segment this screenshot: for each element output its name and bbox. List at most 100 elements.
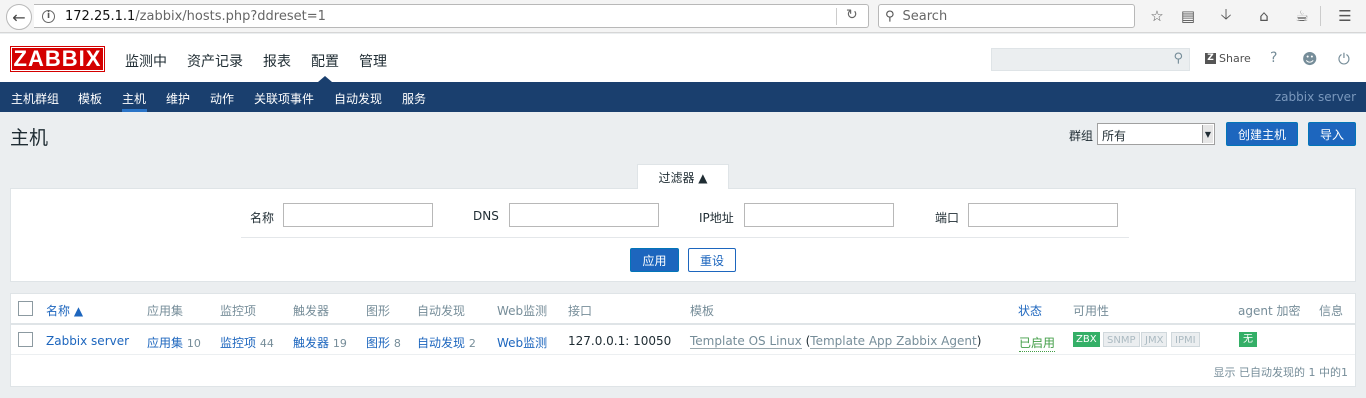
filter-ip-label: IP地址 — [699, 211, 734, 225]
user-profile-icon[interactable]: ☻ — [1302, 50, 1318, 68]
global-search-input[interactable]: ⚲ — [991, 48, 1190, 71]
template-paren-close: ) — [976, 334, 982, 348]
applications-count: 10 — [186, 337, 201, 350]
items-cell: 监控项 44 — [220, 334, 274, 351]
filter-ip-input[interactable] — [744, 203, 894, 227]
import-button[interactable]: 导入 — [1308, 122, 1356, 146]
pocket-icon[interactable]: ☕ — [1291, 6, 1313, 26]
col-encryption-header: agent 加密 — [1238, 304, 1301, 318]
site-info-icon[interactable]: i — [42, 9, 55, 23]
hosts-table: 名称 ▲ 应用集 监控项 触发器 图形 自动发现 Web监测 接口 模板 状态 … — [10, 293, 1356, 387]
download-icon[interactable]: 🡣 — [1215, 5, 1237, 26]
menu-inventory[interactable]: 资产记录 — [187, 51, 243, 71]
subnav-hosts[interactable]: 主机 — [122, 90, 146, 107]
browser-search-input[interactable]: ⚲ Search — [878, 4, 1135, 28]
col-name-header[interactable]: 名称 ▲ — [46, 302, 83, 319]
col-interface-header: 接口 — [568, 304, 593, 318]
toolbar-divider — [1320, 6, 1321, 26]
menu-reports[interactable]: 报表 — [263, 51, 291, 71]
applications-cell: 应用集 10 — [147, 334, 201, 351]
apply-button[interactable]: 应用 — [630, 248, 679, 272]
filter-port-input[interactable] — [968, 203, 1118, 227]
filter-divider — [241, 237, 1129, 238]
group-select[interactable]: 所有 ▼ — [1097, 123, 1215, 145]
reading-list-icon[interactable]: ▤ — [1177, 6, 1199, 26]
triggers-link[interactable]: 触发器 — [293, 336, 329, 350]
filter-dns-input[interactable] — [509, 203, 659, 227]
share-label: Share — [1219, 52, 1251, 65]
reset-button[interactable]: 重设 — [688, 248, 736, 272]
browser-toolbar: ← i 172.25.1.1/zabbix/hosts.php?ddreset=… — [0, 0, 1366, 33]
interface-cell: 127.0.0.1: 10050 — [568, 334, 672, 348]
filter-name-label: 名称 — [250, 211, 275, 225]
home-icon[interactable]: ⌂ — [1253, 6, 1275, 26]
bookmark-star-icon[interactable]: ☆ — [1146, 6, 1168, 26]
subnav-services[interactable]: 服务 — [402, 90, 426, 107]
web-link[interactable]: Web监测 — [497, 334, 547, 351]
applications-link[interactable]: 应用集 — [147, 336, 183, 350]
col-triggers-header: 触发器 — [293, 304, 330, 318]
col-status-header[interactable]: 状态 — [1018, 302, 1042, 319]
menu-monitoring[interactable]: 监测中 — [125, 51, 167, 71]
jmx-availability-badge: JMX — [1141, 332, 1168, 347]
col-web-header: Web监测 — [497, 304, 548, 318]
graphs-link[interactable]: 图形 — [366, 336, 390, 350]
col-templates-header: 模板 — [690, 304, 715, 318]
graphs-cell: 图形 8 — [366, 334, 401, 351]
col-applications-header: 应用集 — [147, 304, 184, 318]
encryption-badge: 无 — [1239, 332, 1257, 347]
template-link[interactable]: Template OS Linux — [690, 334, 802, 349]
subnav-actions[interactable]: 动作 — [210, 90, 234, 107]
create-host-button[interactable]: 创建主机 — [1226, 122, 1298, 146]
server-name: zabbix server — [1274, 90, 1356, 104]
host-name-link[interactable]: Zabbix server — [46, 334, 129, 348]
col-discovery-header: 自动发现 — [417, 304, 466, 318]
subnav-templates[interactable]: 模板 — [78, 90, 102, 107]
sub-navigation: 主机群组 模板 主机 维护 动作 关联项事件 自动发现 服务 zabbix se… — [0, 82, 1366, 112]
share-button[interactable]: Z Share — [1205, 52, 1251, 65]
help-icon[interactable]: ? — [1270, 50, 1277, 66]
zabbix-logo[interactable]: ZABBIX — [10, 46, 105, 72]
url-host: 172.25.1.1 — [65, 8, 136, 24]
reload-icon[interactable]: ↻ — [846, 7, 858, 23]
col-availability-header: 可用性 — [1073, 304, 1110, 318]
group-label: 群组 — [1069, 129, 1094, 143]
table-footer-count: 显示 已自动发现的 1 中的1 — [1213, 366, 1349, 379]
url-divider — [836, 8, 837, 25]
discovery-link[interactable]: 自动发现 — [417, 336, 465, 350]
search-icon: ⚲ — [885, 8, 895, 24]
col-info-header: 信息 — [1319, 304, 1344, 318]
menu-icon[interactable]: ☰ — [1334, 6, 1356, 26]
active-subnav-indicator — [122, 109, 147, 112]
status-toggle[interactable]: 已启用 — [1019, 334, 1056, 352]
filter-dns-label: DNS — [473, 209, 499, 223]
items-link[interactable]: 监控项 — [220, 336, 256, 350]
subnav-host-groups[interactable]: 主机群组 — [11, 90, 59, 107]
filter-toggle-tab[interactable]: 过滤器 ▲ — [637, 164, 729, 189]
zbx-availability-badge: ZBX — [1073, 332, 1100, 347]
search-icon[interactable]: ⚲ — [1173, 51, 1183, 66]
subnav-discovery[interactable]: 自动发现 — [334, 90, 382, 107]
subnav-correlation[interactable]: 关联项事件 — [254, 90, 314, 107]
templates-cell: Template OS Linux (Template App Zabbix A… — [690, 334, 982, 349]
address-bar[interactable]: i 172.25.1.1/zabbix/hosts.php?ddreset=1 … — [34, 4, 869, 28]
col-graphs-header: 图形 — [366, 304, 391, 318]
search-placeholder: Search — [902, 8, 948, 24]
group-select-value: 所有 — [1102, 129, 1127, 143]
url-text: 172.25.1.1/zabbix/hosts.php?ddreset=1 — [65, 9, 326, 24]
items-count: 44 — [259, 337, 274, 350]
header-divider — [11, 323, 1355, 325]
filter-name-input[interactable] — [283, 203, 433, 227]
menu-administration[interactable]: 管理 — [359, 51, 387, 71]
menu-configuration[interactable]: 配置 — [311, 51, 339, 71]
subnav-maintenance[interactable]: 维护 — [166, 90, 190, 107]
row-checkbox[interactable] — [18, 332, 33, 347]
sign-out-icon[interactable]: ⏻ — [1338, 50, 1350, 68]
url-path: /zabbix/hosts.php?ddreset=1 — [135, 8, 326, 24]
parent-template-link[interactable]: Template App Zabbix Agent — [810, 334, 977, 349]
row-divider — [11, 354, 1355, 355]
filter-port-label: 端口 — [935, 211, 960, 225]
page-title: 主机 — [10, 127, 49, 149]
select-all-checkbox[interactable] — [18, 301, 33, 316]
back-icon[interactable]: ← — [6, 4, 32, 30]
